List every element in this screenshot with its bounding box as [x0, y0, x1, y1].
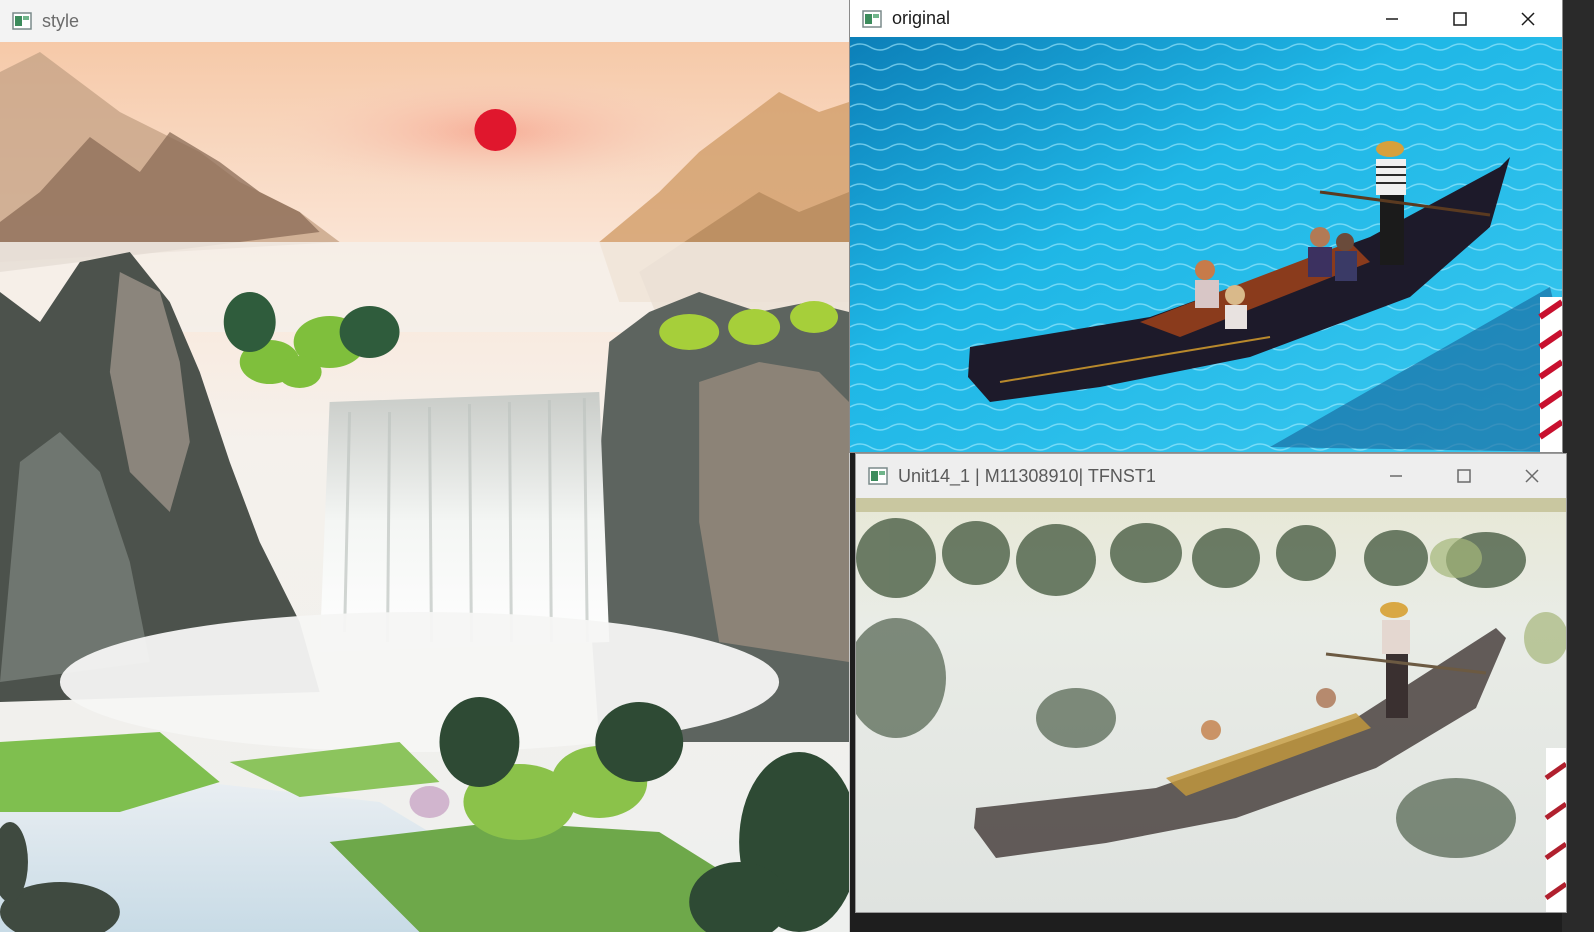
maximize-button[interactable]: [1430, 454, 1498, 498]
maximize-icon: [1453, 11, 1467, 26]
result-image: [856, 498, 1566, 912]
maximize-button[interactable]: [1426, 0, 1494, 37]
desktop-background: [1562, 0, 1594, 932]
result-window[interactable]: Unit14_1 | M11308910| TFNST1: [856, 454, 1566, 912]
minimize-button[interactable]: [1362, 454, 1430, 498]
window-controls: [1362, 454, 1566, 498]
window-title: Unit14_1 | M11308910| TFNST1: [898, 465, 1156, 486]
original-image: [850, 37, 1562, 452]
close-button[interactable]: [1494, 0, 1562, 37]
style-image: [0, 42, 849, 932]
window-controls: [1358, 0, 1562, 37]
app-window-icon: [868, 467, 888, 485]
maximize-icon: [1457, 469, 1471, 483]
minimize-icon: [1386, 17, 1398, 20]
app-window-icon: [862, 9, 882, 28]
title-bar[interactable]: Unit14_1 | M11308910| TFNST1: [856, 454, 1566, 498]
title-bar[interactable]: style: [0, 0, 849, 42]
window-title: original: [892, 8, 951, 28]
close-icon: [1521, 11, 1535, 26]
minimize-icon: [1390, 475, 1402, 477]
close-button[interactable]: [1498, 454, 1566, 498]
original-window[interactable]: original: [850, 0, 1562, 452]
window-title: style: [42, 10, 80, 31]
style-window[interactable]: style: [0, 0, 850, 932]
app-window-icon: [12, 12, 32, 30]
title-bar[interactable]: original: [850, 0, 1562, 37]
close-icon: [1525, 469, 1539, 483]
minimize-button[interactable]: [1358, 0, 1426, 37]
